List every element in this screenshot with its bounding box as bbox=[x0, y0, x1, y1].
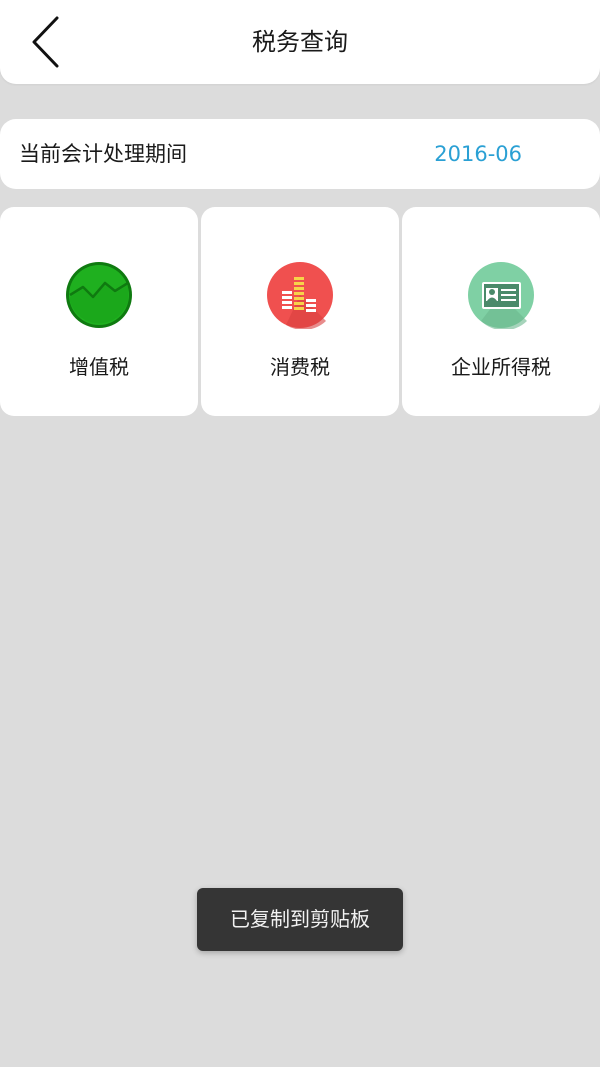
accounting-period-label: 当前会计处理期间 bbox=[19, 142, 187, 166]
toast-message: 已复制到剪贴板 bbox=[197, 888, 403, 951]
consumption-bars-icon bbox=[267, 262, 333, 329]
tile-vat-label: 增值税 bbox=[69, 355, 129, 379]
header-bar: 税务查询 bbox=[0, 0, 600, 84]
tile-consumption-tax-label: 消费税 bbox=[270, 355, 330, 379]
id-card-icon bbox=[468, 262, 534, 329]
tile-vat[interactable]: 增值税 bbox=[0, 207, 198, 416]
accounting-period-value: 2016-06 bbox=[434, 142, 522, 166]
accounting-period-row[interactable]: 当前会计处理期间 2016-06 bbox=[0, 119, 600, 189]
tile-corporate-income-tax-label: 企业所得税 bbox=[451, 355, 551, 379]
vat-chart-icon bbox=[66, 262, 132, 328]
tile-consumption-tax[interactable]: 消费税 bbox=[201, 207, 399, 416]
tile-corporate-income-tax[interactable]: 企业所得税 bbox=[402, 207, 600, 416]
page-title: 税务查询 bbox=[252, 28, 348, 56]
